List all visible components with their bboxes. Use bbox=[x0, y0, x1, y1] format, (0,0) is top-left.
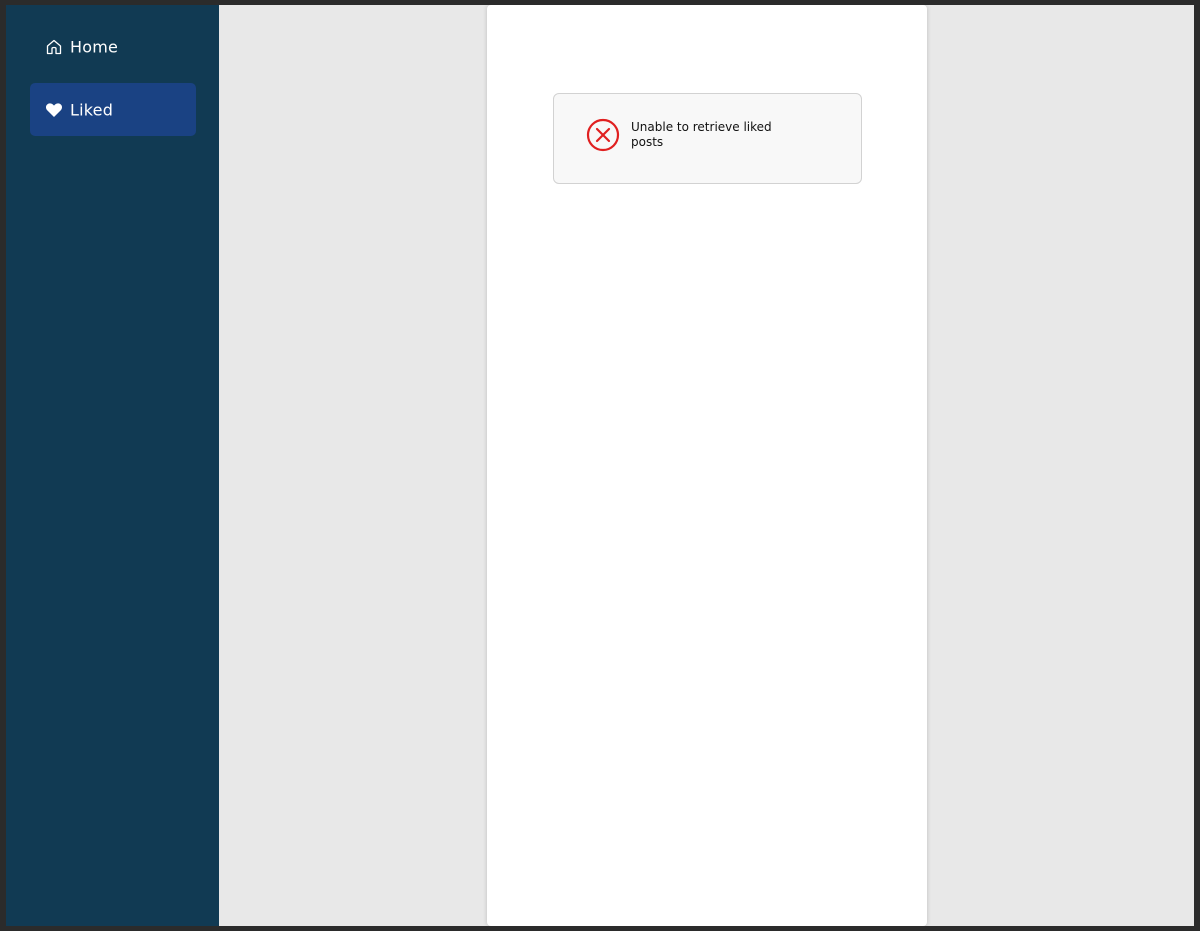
app-window: Home Liked Unable to retrieve liked post… bbox=[6, 5, 1194, 926]
error-circle-x-icon bbox=[586, 118, 620, 152]
sidebar-item-label: Liked bbox=[70, 100, 114, 119]
content-panel: Unable to retrieve liked posts bbox=[487, 5, 927, 926]
error-message-box: Unable to retrieve liked posts bbox=[553, 93, 862, 184]
heart-icon bbox=[45, 102, 63, 117]
home-icon bbox=[46, 39, 62, 54]
sidebar: Home Liked bbox=[6, 5, 219, 926]
sidebar-item-label: Home bbox=[70, 37, 119, 56]
sidebar-item-home[interactable]: Home bbox=[30, 20, 196, 73]
sidebar-item-liked[interactable]: Liked bbox=[30, 83, 196, 136]
error-message-text: Unable to retrieve liked posts bbox=[631, 120, 772, 149]
